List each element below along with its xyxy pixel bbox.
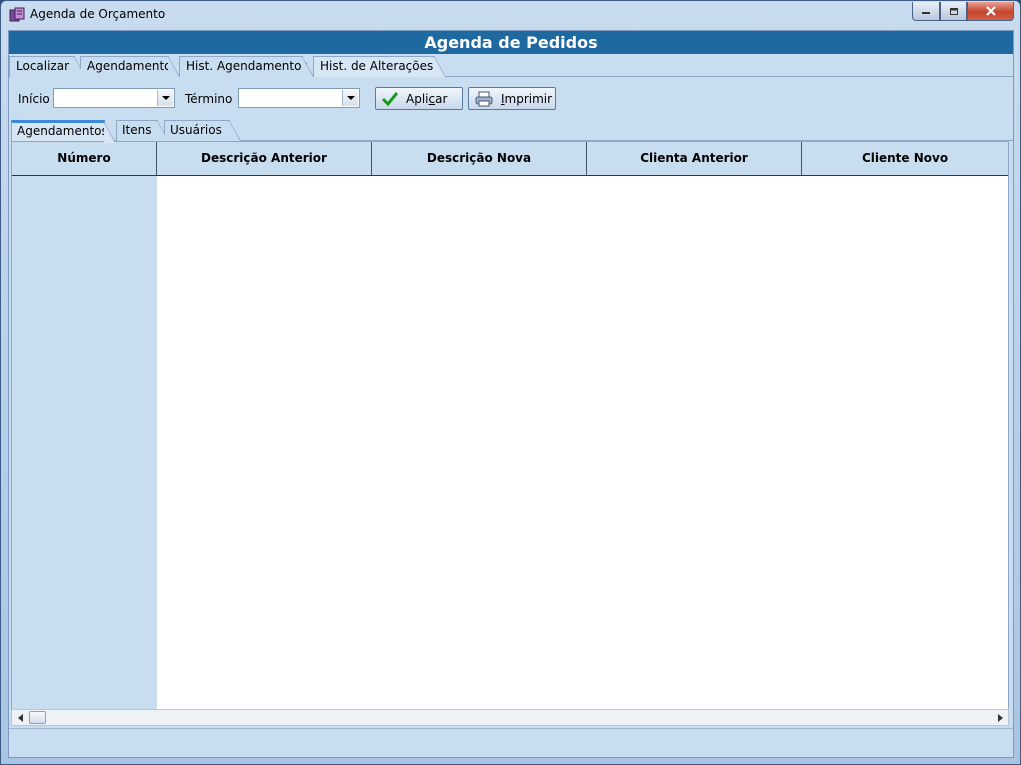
- column-header-clienta-anterior[interactable]: Clienta Anterior: [587, 142, 802, 175]
- tab-label: Agendamento: [87, 59, 172, 73]
- tab-label: Hist. de Alterações: [320, 59, 434, 73]
- window-title: Agenda de Orçamento: [30, 7, 166, 21]
- app-icon: [9, 7, 25, 23]
- tab-label: Hist. Agendamentos: [186, 59, 308, 73]
- end-label: Término: [185, 92, 233, 106]
- tab-agendamento[interactable]: Agendamento: [80, 56, 180, 77]
- minimize-icon: [922, 12, 930, 14]
- scroll-thumb[interactable]: [29, 711, 46, 724]
- title-bar[interactable]: Agenda de Orçamento: [1, 1, 1020, 29]
- end-date-select[interactable]: [238, 88, 360, 108]
- scroll-left-button[interactable]: [12, 710, 28, 725]
- tab-itens[interactable]: Itens: [116, 120, 169, 141]
- start-date-select[interactable]: [53, 88, 175, 108]
- column-header-numero[interactable]: Número: [12, 142, 157, 175]
- dropdown-arrow[interactable]: [157, 90, 173, 106]
- horizontal-scrollbar[interactable]: [11, 709, 1009, 726]
- tab-agendamentos[interactable]: Agendamentos: [11, 120, 116, 143]
- minimize-button[interactable]: [912, 2, 940, 21]
- close-icon: [985, 6, 996, 16]
- column-header-descricao-nova[interactable]: Descrição Nova: [372, 142, 587, 175]
- data-grid[interactable]: Número Descrição Anterior Descrição Nova…: [11, 141, 1009, 710]
- arrow-left-icon: [17, 713, 23, 722]
- tab-usuarios[interactable]: Usuários: [164, 120, 241, 141]
- tab-localizar[interactable]: Localizar: [9, 56, 86, 77]
- maximize-button[interactable]: [940, 2, 967, 21]
- tab-hist-alteracoes[interactable]: Hist. de Alterações: [313, 56, 446, 77]
- apply-label: Aplicar: [406, 91, 448, 106]
- printer-icon: [475, 91, 493, 107]
- grid-header: Número Descrição Anterior Descrição Nova…: [12, 142, 1008, 176]
- grid-first-column: [12, 176, 157, 709]
- history-tabs: Agendamentos Itens Usuários: [11, 119, 1013, 143]
- scroll-right-button[interactable]: [992, 710, 1008, 725]
- status-bar: [9, 728, 1013, 757]
- start-label: Início: [18, 92, 50, 106]
- page-title: Agenda de Pedidos: [9, 31, 1013, 54]
- tab-label: Itens: [122, 123, 152, 137]
- print-label: Imprimir: [501, 91, 553, 106]
- apply-button[interactable]: Aplicar: [375, 87, 463, 110]
- app-window: Agenda de Orçamento Agenda de Pedidos Lo…: [0, 0, 1021, 765]
- tab-label: Usuários: [170, 123, 222, 137]
- tab-label: Agendamentos: [17, 124, 108, 138]
- tab-label: Localizar: [16, 59, 70, 73]
- chevron-down-icon: [346, 95, 355, 100]
- main-tabs: Localizar Agendamento Hist. Agendamentos…: [9, 54, 1013, 77]
- checkmark-icon: [382, 91, 398, 106]
- client-area: Agenda de Pedidos Localizar Agendamento …: [8, 30, 1014, 758]
- column-header-cliente-novo[interactable]: Cliente Novo: [802, 142, 1008, 175]
- close-button[interactable]: [967, 2, 1014, 21]
- restore-icon: [949, 8, 958, 15]
- arrow-right-icon: [997, 713, 1003, 722]
- dropdown-arrow[interactable]: [342, 90, 358, 106]
- column-header-descricao-anterior[interactable]: Descrição Anterior: [157, 142, 372, 175]
- print-button[interactable]: Imprimir: [468, 87, 556, 110]
- tab-hist-agendamentos[interactable]: Hist. Agendamentos: [179, 56, 314, 77]
- chevron-down-icon: [161, 95, 170, 100]
